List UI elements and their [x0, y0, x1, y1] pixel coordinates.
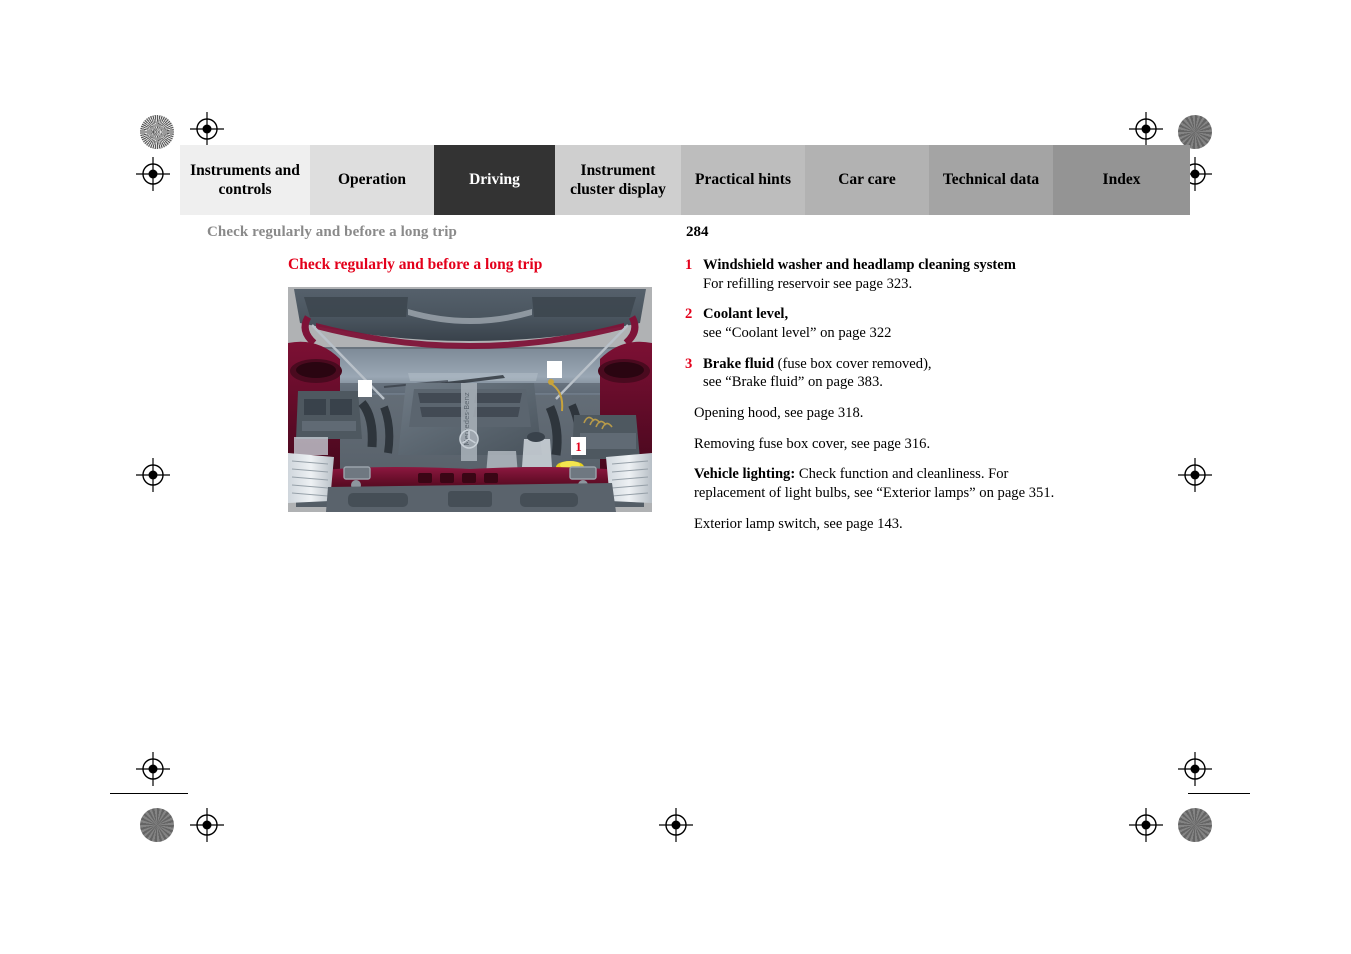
legend-item-title: Windshield washer and headlamp cleaning … — [703, 257, 1016, 273]
legend-item-detail: For refilling reservoir see page 323. — [703, 275, 913, 292]
registration-moire-bottom-left — [140, 808, 174, 842]
registration-crosshair-right-lower — [1178, 752, 1212, 786]
legend-item-detail: see “Coolant level” on page 322 — [703, 325, 892, 342]
figure-callout-3 — [358, 380, 372, 397]
paragraph-lead: Vehicle lighting: — [694, 466, 796, 483]
registration-crosshair-bottom-left — [190, 808, 224, 842]
registration-crosshair-left-middle — [136, 458, 170, 492]
tab-car-care[interactable]: Car care — [805, 145, 929, 215]
body-paragraph: Exterior lamp switch, see page 143. — [694, 515, 1066, 534]
tab-practical-hints[interactable]: Practical hints — [681, 145, 805, 215]
tab-technical-data[interactable]: Technical data — [929, 145, 1053, 215]
crop-rule-left — [110, 793, 188, 794]
body-paragraph: Removing fuse box cover, see page 316. — [694, 435, 1066, 454]
body-paragraph: Opening hood, see page 318. — [694, 404, 1066, 423]
legend-item-title-suffix: (fuse box cover removed), — [773, 355, 932, 372]
registration-moire-top-left — [140, 115, 174, 149]
page-title: Check regularly and before a long trip — [288, 256, 543, 273]
paragraph-text: Removing fuse box cover, see page 316. — [694, 435, 931, 452]
legend-item-body: Windshield washer and headlamp cleaning … — [703, 256, 1066, 293]
body-paragraph: Vehicle lighting: Check function and cle… — [694, 465, 1066, 502]
engine-compartment-illustration: Mercedes-Benz 1 — [288, 287, 652, 512]
figure-callout-1: 1 — [571, 437, 586, 455]
registration-crosshair-right-middle — [1178, 458, 1212, 492]
callout-legend-column: 1 Windshield washer and headlamp cleaning… — [685, 256, 1066, 545]
registration-crosshair-left-upper — [136, 157, 170, 191]
registration-moire-top-right — [1178, 115, 1212, 149]
paragraph-text: Exterior lamp switch, see page 143. — [694, 515, 903, 532]
registration-crosshair-bottom-right — [1129, 808, 1163, 842]
legend-item-body: Brake fluid (fuse box cover removed), see… — [703, 355, 1066, 392]
registration-crosshair-bottom-center — [659, 808, 693, 842]
registration-crosshair-left-lower — [136, 752, 170, 786]
legend-item-detail: see “Brake fluid” on page 383. — [703, 374, 883, 391]
registration-crosshair-top-right — [1129, 112, 1163, 146]
section-tab-bar: Instruments and controls Operation Driving… — [180, 145, 1190, 215]
running-head: Check regularly and before a long trip — [207, 224, 457, 240]
legend-item-title: Coolant level, — [703, 306, 789, 323]
tab-driving[interactable]: Driving — [434, 145, 555, 215]
registration-moire-bottom-right — [1178, 808, 1212, 842]
page-number: 284 — [686, 224, 709, 240]
legend-item-body: Coolant level, see “Coolant level” on pag… — [703, 305, 1066, 342]
tab-instruments-and-controls[interactable]: Instruments and controls — [180, 145, 310, 215]
tab-instrument-cluster-display[interactable]: Instrument cluster display — [555, 145, 681, 215]
tab-index[interactable]: Index — [1053, 145, 1190, 215]
legend-item: 1 Windshield washer and headlamp cleaning… — [685, 256, 1066, 293]
legend-item: 2 Coolant level, see “Coolant level” on pa… — [685, 305, 1066, 342]
legend-item: 3 Brake fluid (fuse box cover removed), se… — [685, 355, 1066, 392]
legend-item-number: 3 — [685, 355, 693, 372]
legend-item-title: Brake fluid — [703, 355, 774, 372]
legend-item-number: 1 — [685, 257, 693, 273]
tab-operation[interactable]: Operation — [310, 145, 434, 215]
paragraph-text: Opening hood, see page 318. — [694, 405, 864, 422]
crop-rule-right — [1188, 793, 1250, 794]
figure-callout-2 — [547, 361, 562, 378]
legend-item-number: 2 — [685, 306, 693, 323]
registration-crosshair-top-left — [190, 112, 224, 146]
